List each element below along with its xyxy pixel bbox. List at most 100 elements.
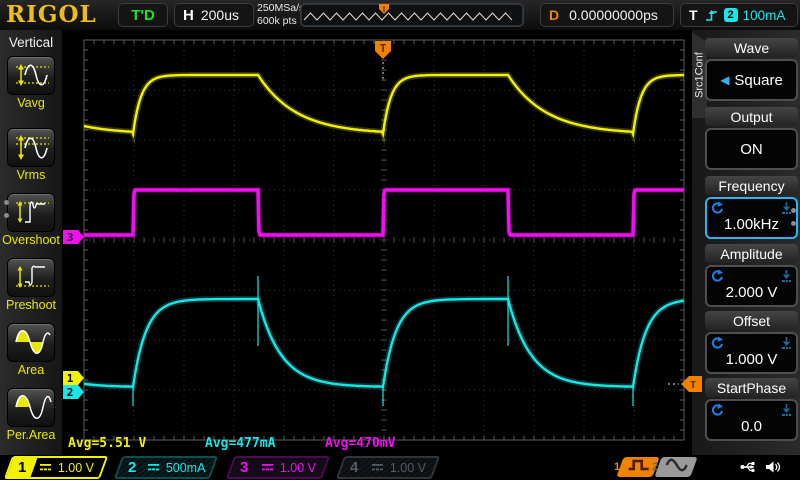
delay-value: 0.00000000ps <box>569 7 658 23</box>
bottom-channel-bar: 11.00 V 2500mA 31.00 V 41.00 V 1 2 <box>0 455 800 480</box>
rigol-logo: RIGOL <box>6 1 97 28</box>
overshoot-icon <box>9 216 53 233</box>
menu-item-label: Offset <box>705 311 798 330</box>
measure-button-area[interactable] <box>7 323 55 362</box>
svg-text:2: 2 <box>67 386 74 399</box>
left-menu-title: Vertical <box>0 35 62 50</box>
menu-item-frequency[interactable]: 1.00kHz <box>705 197 798 239</box>
t-label: T <box>689 7 698 23</box>
channel-1-indicator[interactable]: 11.00 V <box>4 456 108 479</box>
trigger-source-badge: 2 <box>724 8 738 22</box>
channel-scale: 1.00 V <box>280 461 316 475</box>
waveform-preview[interactable] <box>300 3 524 27</box>
menu-value-text: 1.000 V <box>726 351 778 368</box>
menu-value-text: 1.00kHz <box>724 216 779 233</box>
menu-item-wave[interactable]: ◀ Square <box>705 59 798 101</box>
channel-3-indicator[interactable]: 31.00 V <box>226 456 330 479</box>
coupling-icon <box>146 462 161 473</box>
measure-button-vavg[interactable] <box>7 56 55 95</box>
menu-item-output[interactable]: ON <box>705 128 798 170</box>
rising-edge-icon <box>704 7 719 23</box>
menu-item-label: Output <box>705 107 798 126</box>
square-wave-icon <box>622 457 654 478</box>
measure-button-preshoot[interactable] <box>7 258 55 297</box>
coupling-icon <box>38 462 53 473</box>
keypad-input-icon <box>780 403 793 421</box>
channel-scale: 1.00 V <box>390 461 426 475</box>
svg-text:T: T <box>380 42 387 55</box>
timebase-value: 200us <box>201 7 239 23</box>
menu-item-offset[interactable]: 1.000 V <box>705 332 798 374</box>
channel-3-ground-marker: 3 <box>63 230 84 244</box>
left-arrow-icon: ◀ <box>720 73 729 87</box>
graticule: 312TT <box>0 0 800 480</box>
measurement-row: Avg=5.51 V Avg=477mA Avg=470mV <box>0 436 692 450</box>
trigger-box[interactable]: T 2 100mA <box>680 3 798 27</box>
menu-item-label: Frequency <box>705 176 798 195</box>
area-icon <box>9 346 53 363</box>
keypad-input-icon <box>780 336 793 354</box>
oscilloscope-screen: RIGOL T'D H 200us 250MSa/s 600k pts D 0.… <box>0 0 800 480</box>
preview-waveform-icon <box>301 4 521 26</box>
sine-wave-icon <box>660 457 692 478</box>
measure-button-overshoot[interactable] <box>7 193 55 232</box>
channel-scale: 500mA <box>166 461 206 475</box>
memory-depth: 600k pts <box>257 15 304 28</box>
menu-item-label: Amplitude <box>705 244 798 263</box>
channel-1-ground-marker: 1 <box>63 371 84 385</box>
d-label: D <box>549 7 559 23</box>
source-1-number: 1 <box>614 461 620 473</box>
coupling-icon <box>370 462 385 473</box>
source-2-indicator[interactable] <box>654 457 697 477</box>
measure-button-perarea[interactable] <box>7 388 55 427</box>
vavg-icon <box>9 79 53 96</box>
menu-value-text: Square <box>734 72 782 89</box>
left-measure-menu: Vertical VavgVrmsOvershootPreshootAreaPe… <box>0 30 62 455</box>
menu-item-amplitude[interactable]: 2.000 V <box>705 265 798 307</box>
measurement-value: Avg=477mA <box>205 436 275 451</box>
menu-item-label: StartPhase <box>705 378 798 397</box>
channel-scale: 1.00 V <box>58 461 94 475</box>
measure-label: Vrms <box>0 168 62 182</box>
vrms-icon <box>9 151 53 168</box>
left-page-dots <box>4 200 9 226</box>
knob-icon <box>710 269 724 287</box>
knob-icon <box>710 336 724 354</box>
top-status-bar: RIGOL T'D H 200us 250MSa/s 600k pts D 0.… <box>0 0 800 31</box>
menu-item-startphase[interactable]: 0.0 <box>705 399 798 441</box>
trigger-level-value: 100mA <box>743 8 786 23</box>
measurement-value: Avg=470mV <box>325 436 395 451</box>
measurement-value: Avg=5.51 V <box>68 436 146 451</box>
sample-rate: 250MSa/s <box>257 2 304 15</box>
menu-item-label: Wave <box>705 38 798 57</box>
acquisition-info: 250MSa/s 600k pts <box>257 2 304 28</box>
delay-box[interactable]: D 0.00000000ps <box>540 3 674 27</box>
measure-label: Overshoot <box>0 233 62 247</box>
measure-label: Preshoot <box>0 298 62 312</box>
svg-text:1: 1 <box>67 372 74 385</box>
svg-text:3: 3 <box>67 231 74 244</box>
menu-value-text: 0.0 <box>741 418 762 435</box>
menu-value-text: 2.000 V <box>726 284 778 301</box>
speaker-icon <box>763 459 781 475</box>
knob-icon <box>710 201 724 219</box>
trigger-position-marker: T <box>375 41 391 59</box>
preshoot-icon <box>9 281 53 298</box>
usb-icon <box>740 459 758 475</box>
keypad-input-icon <box>780 269 793 287</box>
trigger-status-badge: T'D <box>118 3 168 27</box>
source-2-number: 2 <box>652 461 658 473</box>
measure-label: Area <box>0 363 62 377</box>
right-page-dots <box>791 208 796 234</box>
h-label: H <box>183 7 194 24</box>
channel-4-indicator[interactable]: 41.00 V <box>336 456 440 479</box>
measure-button-vrms[interactable] <box>7 128 55 167</box>
per-area-icon <box>9 411 53 428</box>
measure-label: Vavg <box>0 96 62 110</box>
coupling-icon <box>260 462 275 473</box>
menu-value-text: ON <box>740 141 763 158</box>
knob-icon <box>710 403 724 421</box>
channel-2-ground-marker: 2 <box>63 385 84 399</box>
channel-2-indicator[interactable]: 2500mA <box>114 456 218 479</box>
horizontal-timebase-box[interactable]: H 200us <box>174 3 254 27</box>
